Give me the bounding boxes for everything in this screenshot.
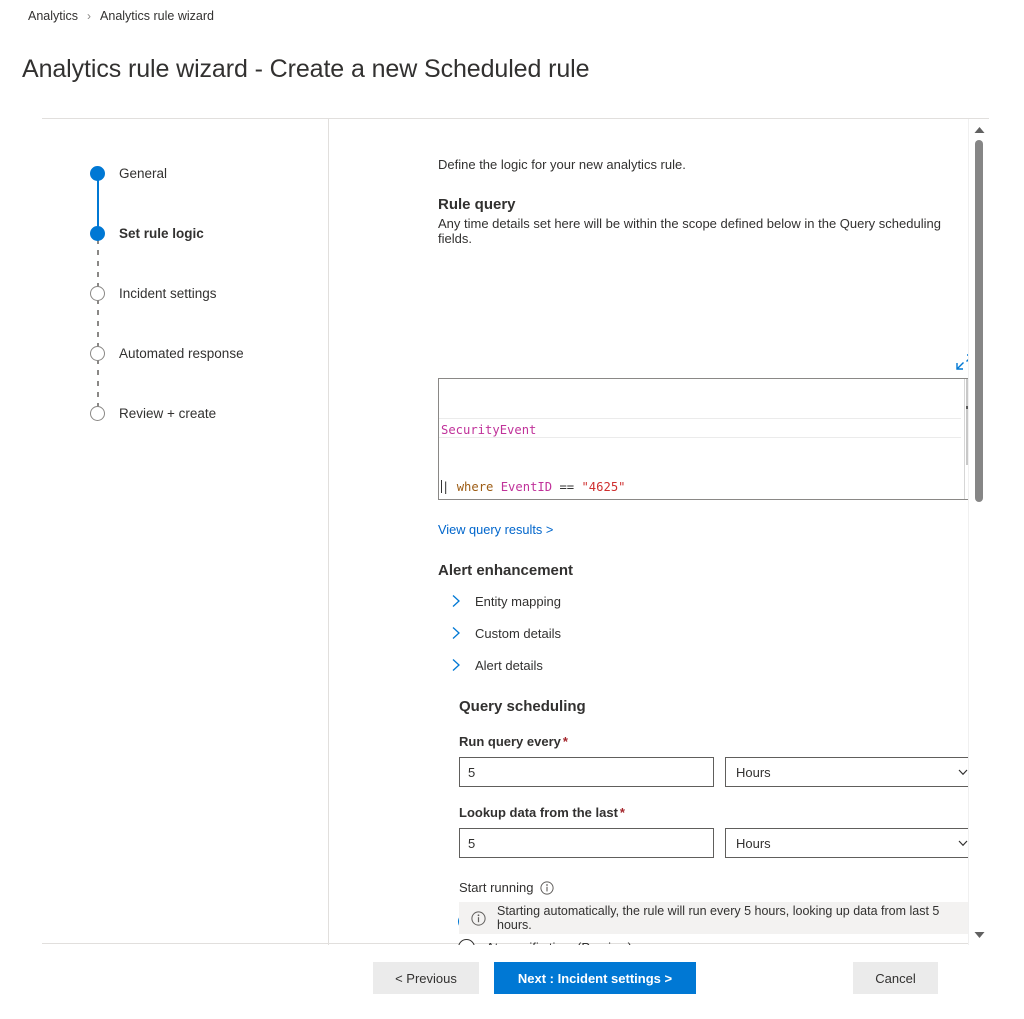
select-value: Hours <box>736 836 957 851</box>
step-bullet-done-icon <box>90 166 105 181</box>
rule-query-heading: Rule query <box>438 196 516 213</box>
start-running-label: Start running <box>459 880 533 895</box>
kql-operator: where <box>457 480 494 494</box>
page-scrollbar-thumb[interactable] <box>975 140 983 502</box>
field-label-text: Run query every <box>459 734 561 749</box>
sidebar-item-label: General <box>119 166 167 181</box>
sidebar-item-label: Automated response <box>119 346 244 361</box>
run-query-every-label: Run query every* <box>459 734 568 749</box>
kql-column: EventID <box>501 480 552 494</box>
alert-enhancement-heading: Alert enhancement <box>438 562 573 579</box>
step-connector-1 <box>97 179 99 227</box>
select-value: Hours <box>736 765 957 780</box>
kql-string-value: "4625" <box>581 480 625 494</box>
rule-query-subtext: Any time details set here will be within… <box>438 216 969 246</box>
accordion-custom-details[interactable]: Custom details <box>447 622 561 644</box>
kql-equals: == <box>559 480 574 494</box>
info-circle-icon[interactable] <box>540 881 554 895</box>
sidebar-item-set-rule-logic[interactable]: Set rule logic <box>90 222 204 244</box>
radio-label: At specific time (Preview) <box>486 940 632 946</box>
lookup-data-unit-select[interactable]: Hours <box>725 828 980 858</box>
run-query-every-unit-select[interactable]: Hours <box>725 757 980 787</box>
step-connector-3 <box>97 299 99 347</box>
rule-query-editor[interactable]: SecurityEvent | where EventID == "4625" <box>438 378 981 500</box>
query-scheduling-heading: Query scheduling <box>459 698 586 715</box>
page-scrollbar[interactable] <box>968 119 989 945</box>
step-bullet-todo-icon <box>90 286 105 301</box>
sidebar-item-general[interactable]: General <box>90 162 167 184</box>
scroll-down-arrow[interactable] <box>969 926 990 943</box>
accordion-label: Entity mapping <box>475 594 561 609</box>
step-connector-4 <box>97 359 99 407</box>
status-banner-text: Starting automatically, the rule will ru… <box>497 904 968 932</box>
step-bullet-todo-icon <box>90 346 105 361</box>
sidebar-item-incident-settings[interactable]: Incident settings <box>90 282 217 304</box>
sidebar-item-automated-response[interactable]: Automated response <box>90 342 244 364</box>
accordion-alert-details[interactable]: Alert details <box>447 654 543 676</box>
required-marker: * <box>620 805 625 820</box>
step-connector-2 <box>97 239 99 287</box>
wizard-step-nav: General Set rule logic Incident settings… <box>42 119 328 945</box>
page-title: Analytics rule wizard - Create a new Sch… <box>22 55 589 84</box>
intro-text: Define the logic for your new analytics … <box>438 157 686 172</box>
kql-code: SecurityEvent | where EventID == "4625" <box>441 383 626 500</box>
radio-at-specific-time[interactable]: At specific time (Preview) <box>458 936 632 945</box>
accordion-entity-mapping[interactable]: Entity mapping <box>447 590 561 612</box>
field-label-text: Lookup data from the last <box>459 805 618 820</box>
status-banner: Starting automatically, the rule will ru… <box>459 902 980 934</box>
sidebar-item-label: Review + create <box>119 406 216 421</box>
step-bullet-todo-icon <box>90 406 105 421</box>
wizard-panel: General Set rule logic Incident settings… <box>42 118 989 944</box>
run-query-every-input[interactable] <box>459 757 714 787</box>
next-incident-settings-button[interactable]: Next : Incident settings > <box>494 962 696 994</box>
breadcrumb-item-wizard[interactable]: Analytics rule wizard <box>100 9 214 23</box>
sidebar-item-review-create[interactable]: Review + create <box>90 402 216 424</box>
chevron-right-icon <box>447 592 465 610</box>
kql-pipe: | <box>442 480 449 494</box>
cancel-button[interactable]: Cancel <box>853 962 938 994</box>
step-bullet-active-icon <box>90 226 105 241</box>
wizard-footer: < Previous Next : Incident settings > Ca… <box>0 960 1024 996</box>
info-circle-icon <box>471 911 486 926</box>
required-marker: * <box>563 734 568 749</box>
chevron-right-icon <box>447 656 465 674</box>
previous-button[interactable]: < Previous <box>373 962 479 994</box>
scroll-up-arrow[interactable] <box>969 121 990 138</box>
accordion-label: Custom details <box>475 626 561 641</box>
main-content-scroll-area: Define the logic for your new analytics … <box>329 119 989 945</box>
sidebar-item-label: Incident settings <box>119 286 217 301</box>
lookup-data-label: Lookup data from the last* <box>459 805 625 820</box>
lookup-data-input[interactable] <box>459 828 714 858</box>
sidebar-item-label: Set rule logic <box>119 226 204 241</box>
kql-table-name: SecurityEvent <box>441 423 536 437</box>
view-query-results-link[interactable]: View query results > <box>438 522 553 537</box>
radio-unselected-icon <box>458 939 475 946</box>
breadcrumb: Analytics › Analytics rule wizard <box>28 9 214 23</box>
breadcrumb-separator-icon: › <box>87 9 91 23</box>
breadcrumb-item-analytics[interactable]: Analytics <box>28 9 78 23</box>
chevron-right-icon <box>447 624 465 642</box>
accordion-label: Alert details <box>475 658 543 673</box>
